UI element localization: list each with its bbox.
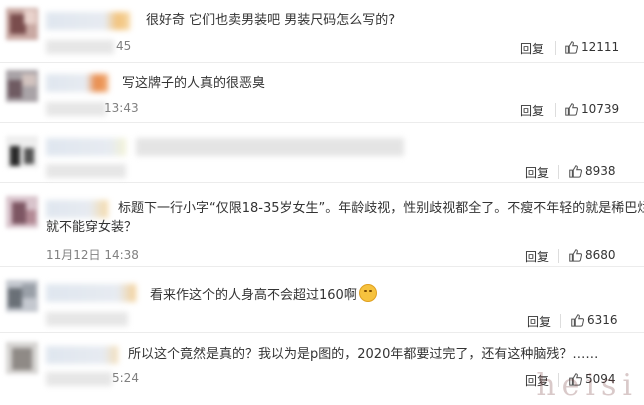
thumbs-up-icon <box>569 165 582 178</box>
username-blurred[interactable] <box>46 346 118 364</box>
comment-text: 写这牌子的人真的很恶臭 <box>122 76 266 91</box>
comment-text-blurred <box>136 138 404 156</box>
like-button[interactable]: 6316 <box>570 313 618 327</box>
timestamp-blurred <box>46 40 114 54</box>
comment-item: 标题下一行小字“仅限18-35岁女生”。年龄歧视，性别歧视都全了。不瘦不年轻的就… <box>0 182 644 267</box>
thumbs-up-icon <box>565 41 578 54</box>
timestamp: 45 <box>116 39 132 53</box>
like-count: 6316 <box>587 313 618 327</box>
reply-button[interactable]: 回复 <box>525 164 549 181</box>
comment-item: 很好奇 它们也卖男装吧 男装尺码怎么写的? 45 回复 12111 <box>0 0 644 63</box>
reply-button[interactable]: 回复 <box>520 40 544 57</box>
timestamp: 5:24 <box>112 371 139 385</box>
username-blurred[interactable] <box>46 74 108 92</box>
comment-text: 所以这个竟然是真的？我以为是p图的，2020年都要过完了，还有这种脑残？…… <box>128 347 599 362</box>
divider <box>558 249 559 263</box>
thumbs-up-icon <box>565 103 578 116</box>
avatar[interactable] <box>6 342 38 374</box>
username-blurred[interactable] <box>46 284 136 302</box>
like-count: 10739 <box>581 102 620 116</box>
avatar[interactable] <box>6 70 38 102</box>
timestamp-blurred <box>46 312 128 326</box>
thumbs-up-icon <box>569 249 582 262</box>
avatar[interactable] <box>6 136 38 168</box>
like-count: 8938 <box>585 164 616 178</box>
like-button[interactable]: 10739 <box>564 102 619 116</box>
reply-button[interactable]: 回复 <box>520 102 544 119</box>
smiling-face-icon <box>358 284 377 302</box>
avatar[interactable] <box>6 8 38 40</box>
like-count: 8680 <box>585 248 616 262</box>
timestamp-blurred <box>46 102 106 116</box>
comment-text: 很好奇 它们也卖男装吧 男装尺码怎么写的? <box>146 13 396 28</box>
like-button[interactable]: 12111 <box>564 40 619 54</box>
comment-text-content: 看来作这个的人身高不会超过160啊 <box>150 288 357 303</box>
comment-item: 看来作这个的人身高不会超过160啊 回复 6316 <box>0 266 644 333</box>
timestamp-blurred <box>46 164 126 178</box>
username-blurred[interactable] <box>46 200 108 218</box>
thumbs-up-icon <box>571 314 584 327</box>
like-count: 12111 <box>581 40 620 54</box>
reply-button[interactable]: 回复 <box>527 313 551 330</box>
divider <box>555 41 556 55</box>
comment-text-line2: 就不能穿女装？ <box>46 220 138 235</box>
comment-text: 看来作这个的人身高不会超过160啊 <box>150 284 377 305</box>
timestamp: 13:43 <box>104 101 139 115</box>
username-blurred[interactable] <box>46 138 126 156</box>
timestamp-blurred <box>46 372 112 386</box>
reply-button[interactable]: 回复 <box>525 248 549 265</box>
watermark: heisi <box>536 368 638 403</box>
timestamp: 11月12日 14:38 <box>46 248 139 262</box>
divider <box>558 165 559 179</box>
comment-item: 写这牌子的人真的很恶臭 13:43 回复 10739 <box>0 62 644 123</box>
like-button[interactable]: 8938 <box>568 164 616 178</box>
comment-text: 标题下一行小字“仅限18-35岁女生”。年龄歧视，性别歧视都全了。不瘦不年轻的就… <box>118 201 644 216</box>
username-blurred[interactable] <box>46 12 130 30</box>
comment-item: 回复 8938 <box>0 122 644 183</box>
avatar[interactable] <box>6 280 38 312</box>
avatar[interactable] <box>6 196 38 228</box>
divider <box>560 314 561 328</box>
divider <box>555 103 556 117</box>
like-button[interactable]: 8680 <box>568 248 616 262</box>
